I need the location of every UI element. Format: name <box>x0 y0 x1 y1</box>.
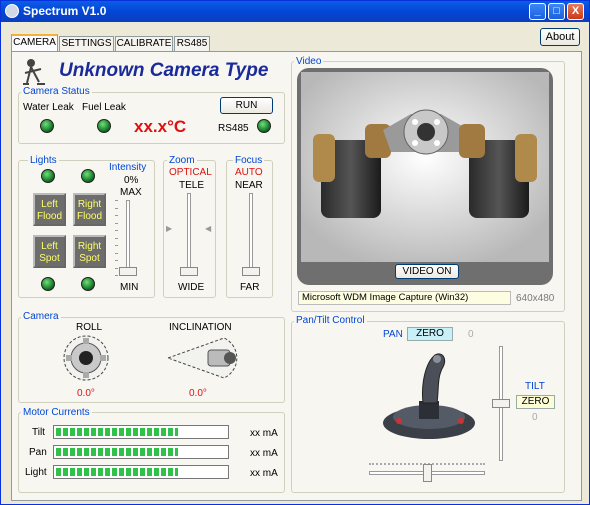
intensity-tick-marks <box>115 200 118 276</box>
pan-zero-button[interactable]: ZERO <box>407 327 453 341</box>
right-spot-led <box>81 277 95 291</box>
video-on-button[interactable]: VIDEO ON <box>395 264 459 279</box>
camera-status-label: Camera Status <box>21 86 92 97</box>
intensity-min-label: MIN <box>120 282 139 293</box>
left-flood-button[interactable]: Left Flood <box>33 193 66 226</box>
tilt-current-fill <box>56 428 178 436</box>
right-spot-button[interactable]: Right Spot <box>73 235 106 268</box>
tab-rs485[interactable]: RS485 <box>174 36 210 51</box>
light-current-bar <box>53 465 229 479</box>
run-button[interactable]: RUN <box>220 97 273 114</box>
left-spot-button[interactable]: Left Spot <box>33 235 66 268</box>
light-current-fill <box>56 468 178 476</box>
roll-label: ROLL <box>76 322 103 333</box>
joystick-icon[interactable] <box>379 345 479 445</box>
pan-current-value: xx mA <box>250 448 278 459</box>
tilt-value: 0 <box>532 412 538 423</box>
left-spot-led <box>41 277 55 291</box>
intensity-slider-track[interactable] <box>126 200 130 276</box>
intensity-label: Intensity <box>107 162 149 173</box>
intensity-percent: 0% <box>124 175 139 186</box>
focus-slider-thumb[interactable] <box>242 267 260 276</box>
zoom-left-arrow-icon: ▶ <box>166 224 173 233</box>
maximize-button[interactable]: □ <box>548 3 565 20</box>
about-button[interactable]: About <box>540 28 580 46</box>
title-bar: Spectrum V1.0 _ □ X <box>1 1 589 22</box>
focus-label: Focus <box>233 155 265 166</box>
fuel-leak-label: Fuel Leak <box>82 102 126 113</box>
intensity-slider-thumb[interactable] <box>119 267 137 276</box>
focus-far-label: FAR <box>240 282 260 293</box>
video-label: Video <box>294 56 324 67</box>
fuel-leak-led <box>97 119 111 133</box>
zoom-wide-label: WIDE <box>178 282 205 293</box>
zoom-label: Zoom <box>167 155 197 166</box>
tick-mark <box>115 222 118 224</box>
right-flood-led <box>81 169 95 183</box>
tab-calibrate[interactable]: CALIBRATE <box>115 36 173 51</box>
tilt-zero-button[interactable]: ZERO <box>516 395 555 409</box>
focus-near-label: NEAR <box>235 180 263 191</box>
water-leak-led <box>40 119 54 133</box>
app-icon <box>5 4 19 18</box>
tick-mark <box>115 252 118 254</box>
video-resolution: 640x480 <box>516 293 555 304</box>
window-title: Spectrum V1.0 <box>23 4 107 18</box>
inclination-gauge-icon <box>166 337 238 379</box>
intensity-max-label: MAX <box>120 187 142 198</box>
diver-logo-icon <box>23 59 45 85</box>
temperature-readout: xx.x°C <box>134 117 187 136</box>
pan-current-fill <box>56 448 178 456</box>
tick-mark <box>115 260 118 261</box>
tick-mark <box>115 237 118 239</box>
tilt-current-label: Tilt <box>32 427 45 438</box>
tick-mark <box>115 267 118 269</box>
zoom-slider-thumb[interactable] <box>180 267 198 276</box>
right-flood-button[interactable]: Right Flood <box>73 193 106 226</box>
tilt-label: TILT <box>525 381 545 392</box>
tick-mark <box>115 275 118 276</box>
tick-mark <box>115 200 118 201</box>
camera-type-heading: Unknown Camera Type <box>59 60 269 81</box>
tick-mark <box>115 230 118 231</box>
focus-mode: AUTO <box>235 167 263 178</box>
camera-orientation-label: Camera <box>21 311 61 322</box>
tick-mark <box>115 215 118 216</box>
pan-value: 0 <box>468 329 474 340</box>
tab-camera[interactable]: CAMERA <box>11 34 58 52</box>
rs485-label: RS485 <box>218 123 249 134</box>
tilt-current-bar <box>53 425 229 439</box>
pan-slider-thumb[interactable] <box>422 464 432 482</box>
pan-current-bar <box>53 445 229 459</box>
close-button[interactable]: X <box>567 3 584 20</box>
zoom-right-arrow-icon: ◀ <box>205 224 212 233</box>
video-preview-image <box>301 72 549 262</box>
light-current-value: xx mA <box>250 468 278 479</box>
inclination-value: 0.0° <box>189 388 207 399</box>
pan-label: PAN <box>383 329 403 340</box>
tilt-current-value: xx mA <box>250 428 278 439</box>
rs485-led <box>257 119 271 133</box>
app-window: Spectrum V1.0 _ □ X CAMERA SETTINGS CALI… <box>0 0 590 505</box>
pan-current-label: Pan <box>29 447 47 458</box>
tick-mark <box>115 207 118 209</box>
video-device-field[interactable]: Microsoft WDM Image Capture (Win32) <box>298 291 511 305</box>
roll-value: 0.0° <box>77 388 95 399</box>
roll-gauge-icon <box>63 335 109 381</box>
water-leak-label: Water Leak <box>23 102 74 113</box>
inclination-label: INCLINATION <box>169 322 232 333</box>
lights-label: Lights <box>28 155 59 166</box>
left-flood-led <box>41 169 55 183</box>
pan-tilt-label: Pan/Tilt Control <box>294 315 367 326</box>
light-current-label: Light <box>25 467 47 478</box>
motor-currents-label: Motor Currents <box>21 407 92 418</box>
focus-slider-track[interactable] <box>249 193 253 276</box>
zoom-tele-label: TELE <box>179 180 205 191</box>
zoom-mode: OPTICAL <box>169 167 212 178</box>
tab-settings[interactable]: SETTINGS <box>59 36 114 51</box>
tilt-slider-thumb[interactable] <box>492 399 510 408</box>
zoom-slider-track[interactable] <box>187 193 191 276</box>
minimize-button[interactable]: _ <box>529 3 546 20</box>
tick-mark <box>115 245 118 246</box>
